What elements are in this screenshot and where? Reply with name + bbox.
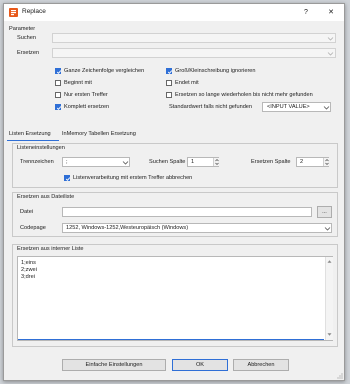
cancel-button[interactable]: Abbrechen (233, 359, 289, 371)
case-insensitive-label: Groß/Kleinschreibung ignorieren (175, 68, 256, 74)
replace-full-label: Komplett ersetzen (64, 104, 110, 110)
chevron-down-icon (324, 227, 331, 231)
replace-combobox[interactable] (52, 48, 336, 58)
search-label: Suchen (17, 35, 36, 41)
separator-value: ; (66, 159, 68, 165)
ends-with-checkbox[interactable] (166, 80, 172, 86)
internal-list-textarea[interactable]: 1;eins 2;zwei 3;drei (17, 256, 333, 341)
simple-settings-button[interactable]: Einfache Einstellungen (62, 359, 166, 371)
check-icon (56, 106, 62, 110)
codepage-combobox[interactable]: 1252, Windows-1252,Westeuropäisch (Windo… (62, 223, 332, 233)
default-value-combobox[interactable]: <INPUT VALUE> (262, 102, 331, 112)
ends-with-label: Endet mit (175, 80, 199, 86)
codepage-label: Codepage (20, 225, 46, 231)
search-combobox[interactable] (52, 33, 336, 43)
browse-button[interactable]: ... (317, 206, 332, 218)
search-column-label: Suchen Spalte (149, 159, 186, 165)
separator-combobox[interactable]: ; (62, 157, 130, 167)
chevron-down-icon (323, 106, 330, 110)
close-button[interactable]: ✕ (324, 7, 338, 18)
abort-on-first-match-checkbox[interactable] (64, 175, 71, 181)
help-button[interactable]: ? (299, 7, 313, 18)
chevron-down-icon (122, 161, 129, 165)
parameter-section-label: Parameter (9, 26, 36, 32)
abort-on-first-match-label: Listenverarbeitung mit erstem Treffer ab… (73, 175, 193, 181)
chevron-down-icon (327, 52, 334, 56)
spinner-up-down-icon (215, 159, 219, 165)
internal-list-label: Ersetzen aus interner Liste (17, 246, 84, 252)
first-match-only-checkbox[interactable] (55, 92, 61, 98)
first-match-only-label: Nur ersten Treffer (64, 92, 108, 98)
starts-with-label: Beginnt mit (64, 80, 92, 86)
replace-column-value: 2 (300, 159, 304, 165)
spinner-arrows[interactable] (323, 158, 329, 166)
replace-column-label: Ersetzen Spalte (251, 159, 291, 165)
resize-grip-icon[interactable] (336, 372, 343, 379)
default-value-label: Standardwert falls nicht gefunden (169, 104, 253, 110)
replace-dialog: Replace ? ✕ Parameter Suchen Ersetzen Ga… (3, 3, 345, 381)
repeat-replace-label: Ersetzen so lange wiederholen bis nicht … (175, 92, 313, 98)
list-settings-label: Listeneinstellungen (17, 145, 65, 151)
check-icon (167, 70, 173, 74)
list-line: 2;zwei (21, 267, 37, 273)
chevron-down-icon (327, 37, 334, 41)
replace-label: Ersetzen (17, 50, 40, 56)
spinner-up-down-icon (325, 159, 329, 165)
search-column-value: 1 (191, 159, 195, 165)
replace-full-checkbox[interactable] (55, 104, 62, 110)
replace-column-spinner[interactable]: 2 (296, 157, 329, 167)
codepage-value: 1252, Windows-1252,Westeuropäisch (Windo… (66, 225, 189, 231)
scroll-down-icon[interactable] (327, 332, 332, 337)
file-label: Datei (20, 209, 34, 215)
tab-inmemory-replace[interactable]: InMemory Tabellen Ersetzung (62, 131, 136, 137)
focus-underline (18, 339, 324, 340)
app-icon (9, 8, 18, 17)
vertical-scrollbar[interactable] (325, 257, 333, 340)
search-column-spinner[interactable]: 1 (187, 157, 219, 167)
list-line: 1;eins (21, 260, 36, 266)
default-value-text: <INPUT VALUE> (267, 104, 310, 110)
whole-string-label: Ganze Zeichenfolge vergleichen (64, 68, 145, 74)
spinner-arrows[interactable] (213, 158, 219, 166)
tab-active-indicator (7, 140, 59, 141)
title-bar: Replace ? ✕ (4, 4, 344, 21)
tab-list-replace[interactable]: Listen Ersetzung (9, 131, 51, 137)
starts-with-checkbox[interactable] (55, 80, 61, 86)
file-input[interactable] (62, 207, 312, 217)
repeat-replace-checkbox[interactable] (166, 92, 172, 98)
check-icon (65, 177, 71, 181)
check-icon (56, 70, 62, 74)
whole-string-checkbox[interactable] (55, 68, 62, 74)
separator-label: Trennzeichen (20, 159, 54, 165)
list-line: 3;drei (21, 274, 35, 280)
scroll-up-icon[interactable] (327, 259, 332, 264)
ok-button[interactable]: OK (172, 359, 228, 371)
file-list-label: Ersetzen aus Dateiliste (17, 194, 75, 200)
window-title: Replace (22, 8, 46, 15)
case-insensitive-checkbox[interactable] (166, 68, 173, 74)
